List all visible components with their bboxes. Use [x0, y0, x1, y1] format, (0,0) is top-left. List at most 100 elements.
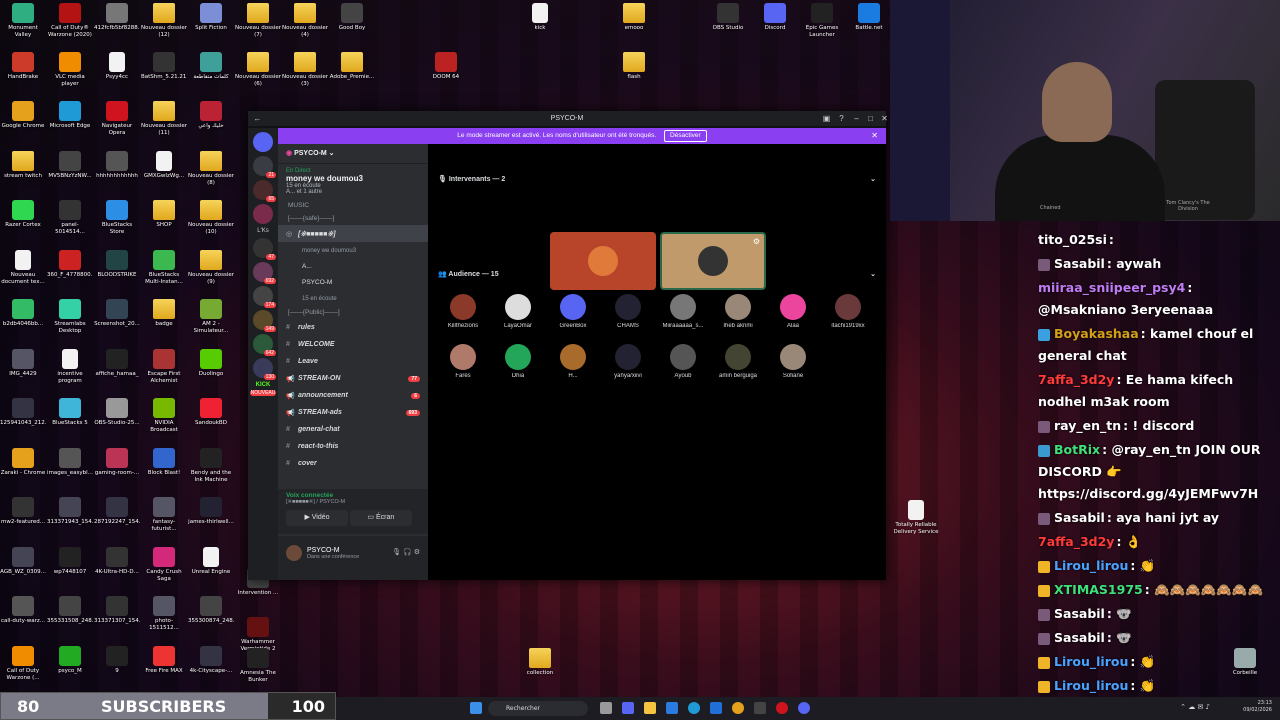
- desktop-icon[interactable]: Call of Duty Warzone (...: [0, 645, 46, 682]
- channel-item[interactable]: # general-chat: [278, 421, 428, 438]
- desktop-icon[interactable]: SandoukBD: [188, 398, 234, 427]
- desktop-icon[interactable]: Unreal Engine: [188, 546, 234, 576]
- voice-user[interactable]: PSYCO-M: [278, 274, 428, 290]
- help-icon[interactable]: ?: [834, 111, 849, 126]
- chevron-down-icon[interactable]: ⌄: [870, 270, 876, 278]
- desktop-icon[interactable]: Epic Games Launcher: [799, 3, 845, 39]
- opera-icon[interactable]: [776, 702, 788, 714]
- desktop-icon[interactable]: NVIDIA Broadcast: [141, 398, 187, 434]
- desktop-icon[interactable]: VLC media player: [47, 52, 93, 88]
- desktop-icon[interactable]: 4K-Ultra-HD-D...: [94, 546, 140, 576]
- speaker-tile[interactable]: [550, 232, 656, 290]
- desktop-icon[interactable]: 4k-Cityscape-...: [188, 645, 234, 675]
- music-category[interactable]: MUSIC: [278, 199, 428, 212]
- desktop-icon[interactable]: Nouveau dossier (10): [188, 200, 234, 236]
- desktop-icon[interactable]: fantasy-futurist...: [141, 497, 187, 533]
- desktop-icon[interactable]: 9: [94, 645, 140, 675]
- desktop-icon[interactable]: 125941043_212...: [0, 398, 46, 427]
- desktop-icon[interactable]: AM 2 - Simulateur...: [188, 299, 234, 335]
- screen-share-button[interactable]: ▭ Écran: [349, 510, 412, 526]
- desktop-icon[interactable]: Candy Crush Saga: [141, 546, 187, 583]
- channel-item[interactable]: 📢 STREAM-ads 693: [278, 404, 428, 421]
- desktop-icon[interactable]: BlueStacks 5: [47, 398, 93, 427]
- desktop-icon[interactable]: Free Fire MAX: [141, 645, 187, 675]
- server-icon[interactable]: 21: [253, 156, 276, 178]
- server-icon[interactable]: 130: [253, 358, 276, 380]
- discord-window[interactable]: ← PSYCO-M ▣ ? – □ ✕ 21 65 L'Ks 47 692 17…: [248, 111, 888, 580]
- desktop-icon[interactable]: Streamlabs Desktop: [47, 299, 93, 335]
- window-titlebar[interactable]: ← PSYCO-M ▣ ? – □ ✕: [248, 111, 888, 126]
- desktop-icon[interactable]: Monument Valley: [0, 3, 46, 39]
- desktop-icon[interactable]: emooo: [611, 3, 657, 32]
- desktop-icon[interactable]: 355331508_248...: [47, 596, 93, 625]
- desktop-icon[interactable]: Bendy and the Ink Machine: [188, 447, 234, 484]
- desktop-icon[interactable]: mw2-featured...: [0, 497, 46, 526]
- audience-member[interactable]: Sofiane: [768, 344, 818, 379]
- desktop-icon[interactable]: BlueStacks Store: [94, 200, 140, 236]
- desktop-icon[interactable]: incentive program: [47, 348, 93, 385]
- gear-icon[interactable]: ⚙: [414, 549, 420, 556]
- desktop-icon[interactable]: b2db4046bb...: [0, 299, 46, 328]
- desktop-icon[interactable]: Nouveau dossier (3): [282, 52, 328, 88]
- desktop-icon[interactable]: call-duty-warz...: [0, 596, 46, 625]
- channel-item[interactable]: # Leave: [278, 353, 428, 370]
- desktop-icon[interactable]: Microsoft Edge: [47, 101, 93, 130]
- desktop-icon[interactable]: Google Chrome: [0, 101, 46, 130]
- live-event-card[interactable]: En Direct money we doumou3 15 en écoute …: [278, 164, 428, 199]
- channel-item[interactable]: # WELCOME: [278, 336, 428, 353]
- desktop-icon[interactable]: Good Boy: [329, 3, 375, 32]
- desktop-icon[interactable]: Duolingo: [188, 348, 234, 378]
- server-icon[interactable]: 65: [253, 180, 276, 202]
- desktop-icon[interactable]: BlueStacks Multi-Instan...: [141, 249, 187, 286]
- desktop-icon[interactable]: GMXGwIzWg...: [141, 150, 187, 180]
- desktop-icon[interactable]: SHOP: [141, 200, 187, 229]
- desktop-icon[interactable]: hhhhhhhhhhhh: [94, 150, 140, 180]
- desktop-icon[interactable]: MV5BNzYzNW...: [47, 150, 93, 180]
- channel-item[interactable]: 📢 STREAM-ON 77: [278, 370, 428, 387]
- desktop-icon[interactable]: 360_F_4778800...: [47, 249, 93, 279]
- audience-member[interactable]: GreenBox: [548, 294, 598, 329]
- desktop-icon[interactable]: badge: [141, 299, 187, 328]
- desktop-icon[interactable]: BLOODSTRIKE: [94, 249, 140, 279]
- audience-member[interactable]: Iheb akrimi: [713, 294, 763, 329]
- category-safe[interactable]: [——{safe}——]: [278, 212, 428, 225]
- desktop-icon[interactable]: images_easybl...: [47, 447, 93, 477]
- desktop-icon[interactable]: Nouveau dossier (8): [188, 150, 234, 187]
- desktop-icon[interactable]: Zaraki - Chrome: [0, 447, 46, 477]
- desktop-icon[interactable]: affiche_hamaa_: [94, 348, 140, 378]
- desktop-icon[interactable]: 313371307_154...: [94, 596, 140, 625]
- server-header[interactable]: ◉ PSYCO-M ⌄: [278, 144, 428, 164]
- desktop-icon[interactable]: kick: [517, 3, 563, 32]
- audience-member[interactable]: Alaa: [768, 294, 818, 329]
- desktop-icon[interactable]: wp7448107: [47, 546, 93, 576]
- desktop-icon[interactable]: HandBrake: [0, 52, 46, 81]
- desktop-icon[interactable]: كلمات متقاطعة: [188, 52, 234, 81]
- search-input[interactable]: Rechercher: [488, 701, 588, 716]
- channel-item[interactable]: # rules: [278, 319, 428, 336]
- desktop-icon[interactable]: psyco_M: [47, 645, 93, 675]
- video-button[interactable]: ▶ Vidéo: [286, 510, 348, 526]
- desktop-icon[interactable]: james-thirlwell...: [188, 497, 234, 526]
- audience-member[interactable]: CHAMS: [603, 294, 653, 329]
- speakers-header[interactable]: 🎙 Intervenants — 2 ⌄: [438, 175, 878, 183]
- desktop-icon[interactable]: Adobe_Premie...: [329, 52, 375, 81]
- server-icon[interactable]: [253, 204, 273, 224]
- server-icon[interactable]: 149: [253, 310, 276, 332]
- desktop-icon[interactable]: DOOM 64: [423, 52, 469, 81]
- desktop-icon[interactable]: AGB_WZ_0309...: [0, 546, 46, 576]
- speaker-tile-active[interactable]: ⚙: [660, 232, 766, 290]
- audience-member[interactable]: Miiraaaaaa_s...: [658, 294, 708, 329]
- maximize-button[interactable]: □: [863, 111, 878, 126]
- desktop-icon[interactable]: collection: [517, 648, 563, 677]
- audience-member[interactable]: amin berguiga: [713, 344, 763, 379]
- voice-connected-channel[interactable]: [※■■■■■※] / PSYCO-M: [286, 499, 420, 505]
- store-icon[interactable]: [666, 702, 678, 714]
- mail-icon[interactable]: [710, 702, 722, 714]
- audience-member[interactable]: Killthezions: [438, 294, 488, 329]
- chevron-down-icon[interactable]: ⌄: [870, 175, 876, 183]
- inbox-icon[interactable]: ▣: [819, 111, 834, 126]
- channel-item[interactable]: # react-to-this: [278, 438, 428, 455]
- audience-member[interactable]: Ayoub: [658, 344, 708, 379]
- desktop-icon[interactable]: Discord: [752, 3, 798, 32]
- audience-member[interactable]: LayaOmar: [493, 294, 543, 329]
